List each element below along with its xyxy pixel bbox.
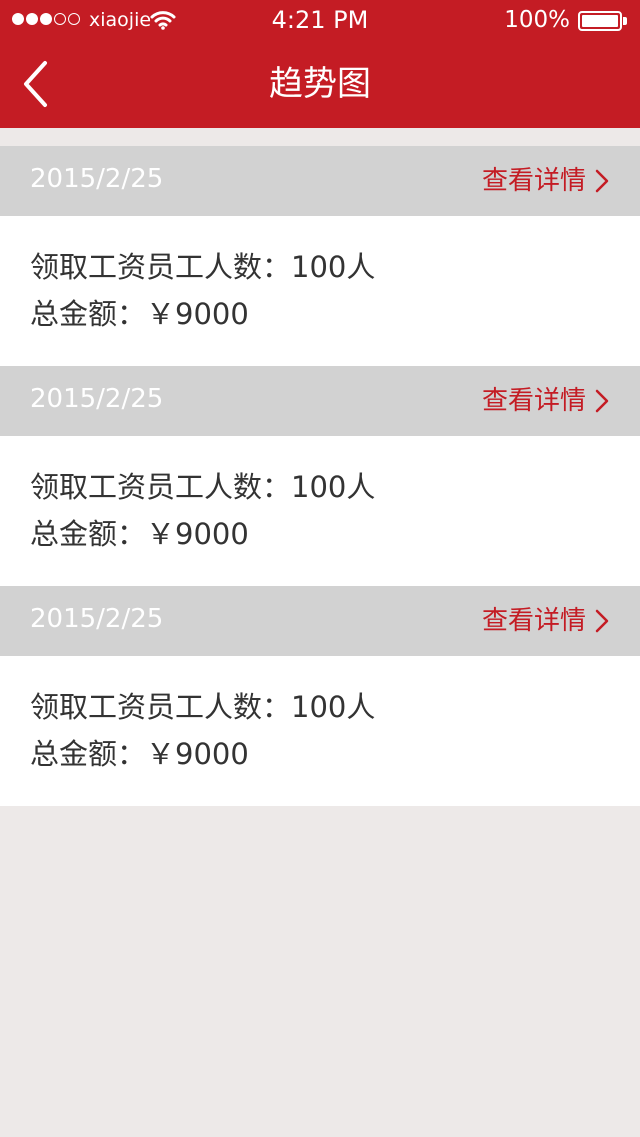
record-list: 2015/2/25 查看详情 领取工资员工人数：100人 总金额：￥9000 2… <box>0 146 640 806</box>
record-item: 2015/2/25 查看详情 领取工资员工人数：100人 总金额：￥9000 <box>0 146 640 366</box>
employee-count-text: 领取工资员工人数：100人 <box>30 690 376 724</box>
record-date: 2015/2/25 <box>30 384 164 414</box>
record-item: 2015/2/25 查看详情 领取工资员工人数：100人 总金额：￥9000 <box>0 366 640 586</box>
view-details-label: 查看详情 <box>481 386 586 416</box>
chevron-right-icon <box>595 169 609 193</box>
record-body: 领取工资员工人数：100人 总金额：￥9000 <box>0 436 640 586</box>
total-amount-text: 总金额：￥9000 <box>30 737 249 771</box>
battery-percentage: 100% <box>504 7 570 33</box>
view-details-label: 查看详情 <box>481 606 586 636</box>
record-header: 2015/2/25 查看详情 <box>0 586 640 656</box>
view-details-button[interactable]: 查看详情 <box>482 164 610 198</box>
total-amount-text: 总金额：￥9000 <box>30 297 249 331</box>
record-item: 2015/2/25 查看详情 领取工资员工人数：100人 总金额：￥9000 <box>0 586 640 806</box>
page-title: 趋势图 <box>269 64 371 104</box>
app-header: xiaojie 4:21 PM 100% 趋势图 <box>0 0 640 128</box>
record-header: 2015/2/25 查看详情 <box>0 366 640 436</box>
total-amount-text: 总金额：￥9000 <box>30 517 249 551</box>
battery-icon <box>578 11 628 31</box>
navigation-bar: 趋势图 <box>0 40 640 128</box>
chevron-right-icon <box>595 389 609 413</box>
view-details-button[interactable]: 查看详情 <box>482 604 610 638</box>
view-details-button[interactable]: 查看详情 <box>482 384 610 418</box>
record-body: 领取工资员工人数：100人 总金额：￥9000 <box>0 216 640 366</box>
record-body: 领取工资员工人数：100人 总金额：￥9000 <box>0 656 640 806</box>
chevron-right-icon <box>595 609 609 633</box>
employee-count-text: 领取工资员工人数：100人 <box>30 250 376 284</box>
record-date: 2015/2/25 <box>30 604 164 634</box>
status-bar: xiaojie 4:21 PM 100% <box>0 0 640 40</box>
view-details-label: 查看详情 <box>481 166 586 196</box>
record-date: 2015/2/25 <box>30 164 164 194</box>
record-header: 2015/2/25 查看详情 <box>0 146 640 216</box>
employee-count-text: 领取工资员工人数：100人 <box>30 470 376 504</box>
